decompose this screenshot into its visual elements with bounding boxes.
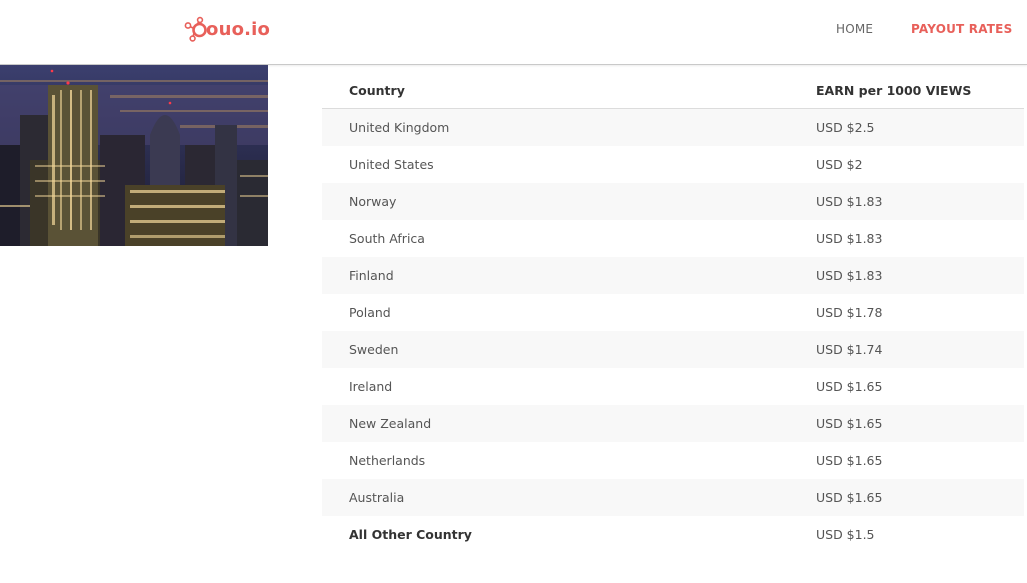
country-cell: Ireland (349, 379, 393, 394)
table-row: South Africa USD $1.83 (322, 220, 1024, 257)
rate-cell: USD $1.83 (816, 268, 883, 283)
rate-cell: USD $1.74 (816, 342, 883, 357)
rate-cell: USD $1.5 (816, 527, 875, 542)
nav-home-link[interactable]: HOME (836, 22, 873, 36)
country-cell: South Africa (349, 231, 425, 246)
rate-cell: USD $1.65 (816, 490, 883, 505)
table-row: Finland USD $1.83 (322, 257, 1024, 294)
molecule-nodes-icon (184, 16, 207, 42)
table-row: Norway USD $1.83 (322, 183, 1024, 220)
rate-cell: USD $1.65 (816, 379, 883, 394)
table-row: Ireland USD $1.65 (322, 368, 1024, 405)
table-row: United States USD $2 (322, 146, 1024, 183)
country-cell: All Other Country (349, 527, 472, 542)
city-skyline-image (0, 65, 268, 246)
payout-rates-table: Country EARN per 1000 VIEWS United Kingd… (322, 73, 1024, 553)
table-header-row: Country EARN per 1000 VIEWS (322, 73, 1024, 109)
table-row: United Kingdom USD $2.5 (322, 108, 1024, 146)
country-cell: Poland (349, 305, 391, 320)
column-header-earn: EARN per 1000 VIEWS (790, 73, 1024, 109)
country-cell: New Zealand (349, 416, 432, 431)
rate-cell: USD $1.65 (816, 453, 883, 468)
top-navbar: ouo.io HOME PAYOUT RATES (0, 0, 1027, 65)
table-row: All Other Country USD $1.5 (322, 516, 1024, 553)
table-row: Netherlands USD $1.65 (322, 442, 1024, 479)
rate-cell: USD $1.83 (816, 231, 883, 246)
country-cell: Finland (349, 268, 394, 283)
rate-cell: USD $1.83 (816, 194, 883, 209)
table-row: Poland USD $1.78 (322, 294, 1024, 331)
brand-logo[interactable]: ouo.io (184, 16, 270, 42)
country-cell: United Kingdom (349, 120, 450, 135)
rate-cell: USD $2.5 (816, 120, 875, 135)
country-cell: Australia (349, 490, 405, 505)
country-cell: Norway (349, 194, 397, 209)
country-cell: Netherlands (349, 453, 426, 468)
rate-cell: USD $2 (816, 157, 863, 172)
column-header-country: Country (322, 73, 790, 109)
nav-payout-rates-link[interactable]: PAYOUT RATES (911, 22, 1012, 36)
table-row: Australia USD $1.65 (322, 479, 1024, 516)
rate-cell: USD $1.78 (816, 305, 883, 320)
table-row: New Zealand USD $1.65 (322, 405, 1024, 442)
country-cell: Sweden (349, 342, 399, 357)
rate-cell: USD $1.65 (816, 416, 883, 431)
table-row: Sweden USD $1.74 (322, 331, 1024, 368)
brand-name: ouo.io (206, 18, 271, 40)
country-cell: United States (349, 157, 434, 172)
